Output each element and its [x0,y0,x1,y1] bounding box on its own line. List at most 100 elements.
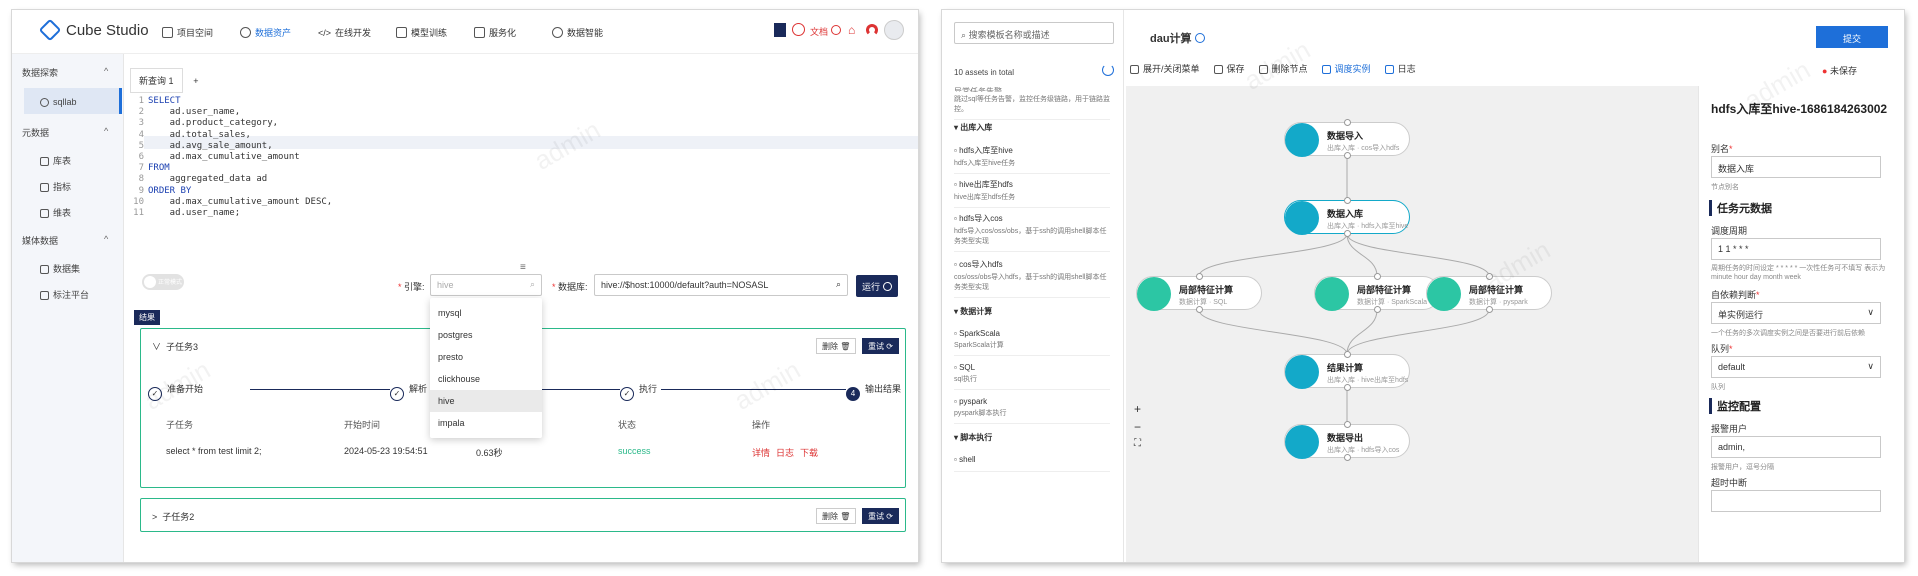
sidebar-item-tables[interactable]: 库表 [40,154,71,167]
output-port[interactable] [1344,230,1351,237]
mode-toggle[interactable]: 正常模式 [142,274,184,290]
template-item[interactable]: ▫ cos导入hdfs cos/oss/obs导入hdfs，基于ssh的调用she… [954,254,1110,298]
timeout-input[interactable] [1711,490,1881,512]
engine-select[interactable]: hive ⌕ [430,274,542,296]
queue-select[interactable]: default ∨ [1711,356,1881,378]
nav-data-intel[interactable]: 数据智能 [552,26,603,39]
refresh-icon[interactable] [1102,64,1114,76]
action-download[interactable]: 下载 [800,446,818,459]
input-port[interactable] [1344,119,1351,126]
tab-query-1[interactable]: 新查询 1 [130,68,183,93]
schedule-instance-button[interactable]: 调度实例 [1321,62,1371,75]
template-item[interactable]: ▫ hdfs入库至hive hdfs入库至hive任务 [954,140,1110,174]
sidebar-item-dimensions[interactable]: 维表 [40,206,71,219]
depend-select[interactable]: 单实例运行 ∨ [1711,302,1881,324]
sidebar-item-label-platform[interactable]: 标注平台 [40,288,89,301]
input-port[interactable] [1196,273,1203,280]
step-output: 4 输出结果 [846,382,902,401]
zoom-in-button[interactable]: + [1134,402,1141,416]
template-item[interactable]: ▫ hive出库至hdfs hive出库至hdfs任务 [954,174,1110,208]
home-icon[interactable]: ⌂ [848,23,855,37]
input-port[interactable] [1486,273,1493,280]
delete-button[interactable]: 删除 🗑 [816,338,857,354]
pipeline-canvas[interactable]: + − ⛶ 数据导入 出库入库 · cos导入hdfs 数据入库 出库入库 · hdf… [1126,86,1698,562]
sidebar-item-sqllab[interactable]: sqllab [40,97,77,107]
option-impala[interactable]: impala [430,412,542,434]
pipeline-node[interactable]: 局部特征计算 数据计算 · SQL [1136,273,1262,313]
avatar[interactable] [884,20,904,40]
sidebar-group-media[interactable]: 媒体数据 ^ [22,234,108,247]
input-port[interactable] [1374,273,1381,280]
output-port[interactable] [1196,306,1203,313]
template-group-header[interactable]: ▾ 出库入库 [954,122,992,133]
github-icon[interactable] [792,23,805,36]
output-port[interactable] [1344,384,1351,391]
pipeline-node[interactable]: 数据入库 出库入库 · hdfs入库至hive [1284,197,1410,237]
cron-input[interactable]: 1 1 * * * [1711,238,1881,260]
delete-node-button[interactable]: 删除节点 [1258,62,1308,75]
pipeline-node[interactable]: 数据导入 出库入库 · cos导入hdfs [1284,119,1410,159]
log-button[interactable]: 日志 [1384,62,1416,75]
template-item[interactable]: ▫ hdfs导入cos hdfs导入cos/oss/obs，基于ssh的调用she… [954,208,1110,252]
template-item[interactable]: ▫ SQL sql执行 [954,358,1110,390]
user-icon[interactable] [866,24,878,36]
output-port[interactable] [1486,306,1493,313]
template-item[interactable]: ▫ pyspark pyspark脚本执行 [954,392,1110,424]
template-group-header[interactable]: ▾ 数据计算 [954,306,992,317]
zoom-out-button[interactable]: − [1134,420,1141,434]
add-tab-button[interactable]: + [185,71,207,91]
template-item[interactable]: ▫ SparkScala SparkScala计算 [954,324,1110,356]
sidebar-item-metrics[interactable]: 指标 [40,180,71,193]
translate-icon[interactable] [774,23,786,37]
nav-label: 数据资产 [255,28,292,38]
nav-data-assets[interactable]: 数据资产 [240,26,291,39]
input-port[interactable] [1344,197,1351,204]
submit-button[interactable]: 提交 [1816,26,1888,48]
action-detail[interactable]: 详情 [752,446,770,459]
output-port[interactable] [1374,306,1381,313]
retry-button[interactable]: 重试 ⟳ [862,508,899,524]
template-group-header[interactable]: ▾ 脚本执行 [954,432,992,443]
app-logo[interactable]: Cube Studio [38,18,149,42]
option-clickhouse[interactable]: clickhouse [430,368,542,390]
option-postgres[interactable]: postgres [430,324,542,346]
sql-editor[interactable]: 1 SELECT 2 ad.user_name, 3 ad.product_categ… [130,94,918,254]
retry-button[interactable]: 重试 ⟳ [862,338,899,354]
toggle-menu-button[interactable]: 展开/关闭菜单 [1130,62,1200,75]
nav-project-space[interactable]: 项目空间 [162,26,213,39]
nav-online-dev[interactable]: </> 在线开发 [318,26,371,39]
pipeline-node[interactable]: 局部特征计算 数据计算 · SparkScala [1314,273,1440,313]
run-button[interactable]: 运行 [856,275,898,297]
subtask-2-header[interactable]: > 子任务2 [152,510,194,523]
option-mysql[interactable]: mysql [430,302,542,324]
input-port[interactable] [1344,351,1351,358]
nav-model-training[interactable]: 模型训练 [396,26,447,39]
fit-view-button[interactable]: ⛶ [1134,438,1141,449]
settings-icon[interactable] [1194,33,1205,43]
alias-input[interactable]: 数据入库 [1711,156,1881,178]
option-hive[interactable]: hive [430,390,542,412]
alert-input[interactable]: admin, [1711,436,1881,458]
subtask-3-header[interactable]: ∨ 子任务3 [152,340,198,353]
delete-button[interactable]: 删除 🗑 [816,508,857,524]
template-item[interactable]: ▫ shell [954,450,1110,472]
action-log[interactable]: 日志 [776,446,794,459]
option-presto[interactable]: presto [430,346,542,368]
nav-serving[interactable]: 服务化 [474,26,516,39]
template-item-cut[interactable]: 异常任务告警 跳过sql等任务告警，监控任务级链路，用于链路监控。 [954,86,1110,120]
output-port[interactable] [1344,454,1351,461]
pipeline-node[interactable]: 结果计算 出库入库 · hive出库至hdfs [1284,351,1410,391]
input-port[interactable] [1344,421,1351,428]
save-button[interactable]: 保存 [1213,62,1245,75]
db-input[interactable]: hive://$host:10000/default?auth=NOSASL ⌕ [594,274,848,296]
resize-handle[interactable]: ≡ [520,262,526,273]
docs-link[interactable]: 文档 [810,25,841,38]
template-search-input[interactable]: ⌕ 搜索模板名称或描述 [954,22,1114,44]
sidebar-group-data-explore[interactable]: 数据探索 ^ [22,66,108,79]
pipeline-node[interactable]: 数据导出 出库入库 · hdfs导入cos [1284,421,1410,461]
sidebar-group-metadata[interactable]: 元数据 ^ [22,126,108,139]
sidebar-item-datasets[interactable]: 数据集 [40,262,80,275]
col-subtask: 子任务 [166,420,194,430]
pipeline-node[interactable]: 局部特征计算 数据计算 · pyspark [1426,273,1552,313]
output-port[interactable] [1344,152,1351,159]
